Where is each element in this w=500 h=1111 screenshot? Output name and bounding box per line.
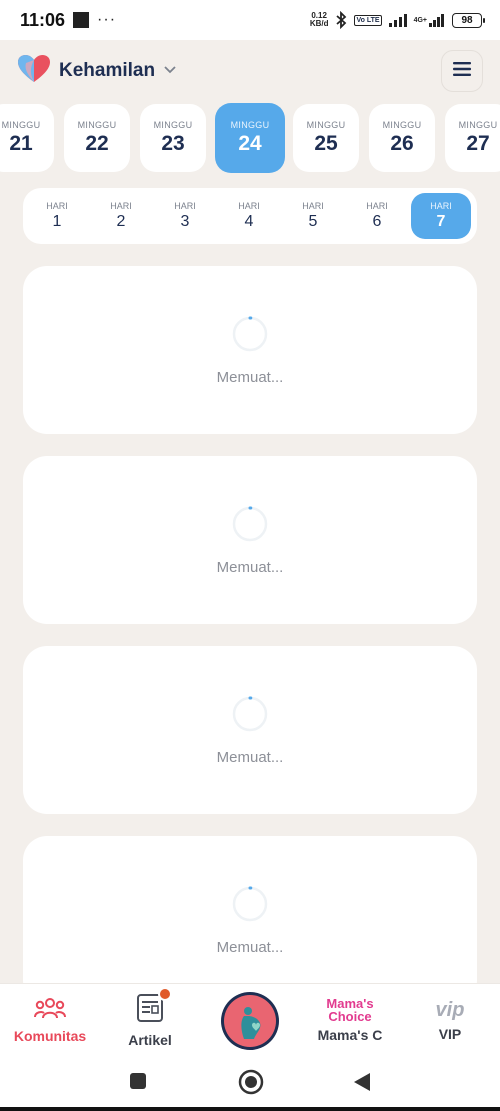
day-item[interactable]: HARI 4 — [219, 193, 279, 239]
back-icon[interactable] — [352, 1071, 372, 1098]
pregnancy-center-button[interactable] — [221, 992, 279, 1050]
day-item[interactable]: HARI 3 — [155, 193, 215, 239]
network-speed-unit: KB/d — [309, 19, 329, 28]
week-label: MINGGU — [153, 120, 193, 130]
day-label: HARI — [302, 201, 324, 211]
day-number: 1 — [52, 213, 62, 230]
status-bar: 11:06 ··· 0.12 KB/d Vo LTE 4G+ 98 — [0, 0, 500, 40]
day-label: HARI — [238, 201, 260, 211]
loading-text: Memuat... — [216, 938, 284, 956]
week-card[interactable]: MINGGU 26 — [369, 104, 435, 172]
loading-text: Memuat... — [216, 748, 284, 766]
day-label: HARI — [110, 201, 132, 211]
pregnancy-center-icon — [224, 995, 276, 1047]
notification-badge — [158, 986, 172, 1001]
loading-card: Memuat... — [23, 646, 477, 814]
loading-spinner-icon — [232, 505, 268, 541]
day-item[interactable]: HARI 1 — [27, 193, 87, 239]
day-item[interactable]: HARI 6 — [347, 193, 407, 239]
signal-4g-icon: 4G+ — [414, 13, 446, 27]
week-number: 22 — [85, 132, 109, 155]
loading-spinner-icon — [232, 315, 268, 351]
day-number: 6 — [372, 213, 382, 230]
nav-label: Mama's C — [317, 1027, 383, 1043]
nav-mamas-choice[interactable]: Mama's Choice Mama's C — [300, 984, 400, 1056]
home-icon[interactable] — [238, 1069, 264, 1100]
community-icon — [34, 997, 66, 1024]
week-number: 26 — [390, 132, 414, 155]
week-card[interactable]: MINGGU 27 — [445, 104, 500, 172]
battery-icon: 98 — [452, 12, 485, 28]
day-label: HARI — [430, 201, 452, 211]
hamburger-menu-icon — [452, 61, 472, 82]
battery-level: 98 — [461, 14, 473, 26]
loading-spinner-icon — [232, 885, 268, 921]
volte-icon: Vo LTE — [354, 14, 382, 26]
signal-icon — [388, 13, 408, 27]
system-nav-bar — [0, 1055, 500, 1111]
heart-logo-icon — [17, 54, 51, 89]
week-card[interactable]: MINGGU 23 — [140, 104, 206, 172]
article-icon — [136, 986, 172, 1028]
day-number: 5 — [308, 213, 318, 230]
day-label: HARI — [46, 201, 68, 211]
loading-card: Memuat... — [23, 836, 477, 1004]
nav-komunitas[interactable]: Komunitas — [0, 984, 100, 1056]
day-label: HARI — [174, 201, 196, 211]
week-card[interactable]: MINGGU 22 — [64, 104, 130, 172]
nav-label: Artikel — [128, 1031, 172, 1048]
week-label: MINGGU — [458, 120, 498, 130]
pregnancy-selector[interactable]: Kehamilan — [17, 54, 177, 89]
network-speed: 0.12 KB/d — [310, 12, 329, 28]
more-notifications-icon: ··· — [97, 11, 117, 28]
week-selector: MINGGU 21 MINGGU 22 MINGGU 23 MINGGU 24 … — [0, 103, 500, 174]
loading-text: Memuat... — [216, 368, 284, 386]
nav-vip[interactable]: vip VIP — [400, 984, 500, 1056]
week-label: MINGGU — [382, 120, 422, 130]
loading-card: Memuat... — [23, 456, 477, 624]
week-card[interactable]: MINGGU 21 — [0, 104, 54, 172]
loading-spinner-icon — [232, 695, 268, 731]
week-label: MINGGU — [1, 120, 41, 130]
day-label: HARI — [366, 201, 388, 211]
screen-edge-bar — [0, 1107, 500, 1111]
page-title: Kehamilan — [59, 60, 156, 81]
mamas-choice-logo-line2: Choice — [328, 1009, 372, 1024]
app-header: Kehamilan — [0, 40, 500, 102]
nav-artikel[interactable]: Artikel — [100, 984, 200, 1056]
day-item[interactable]: HARI 2 — [91, 193, 151, 239]
recent-apps-icon[interactable] — [128, 1071, 148, 1096]
week-label: MINGGU — [77, 120, 117, 130]
week-number: 24 — [238, 132, 262, 155]
loading-card: Memuat... — [23, 266, 477, 434]
bottom-nav: Komunitas Artikel Mama's Choice Mama's C… — [0, 983, 500, 1055]
mamas-choice-logo: Mama's Choice — [326, 997, 373, 1023]
day-number: 7 — [436, 213, 446, 230]
day-selector: HARI 1 HARI 2 HARI 3 HARI 4 HARI 5 HARI … — [23, 188, 477, 244]
vip-logo: vip — [435, 998, 465, 1021]
network-type: 4G+ — [413, 16, 427, 24]
week-number: 27 — [466, 132, 490, 155]
nav-label: VIP — [438, 1025, 462, 1042]
nav-label: Komunitas — [13, 1027, 87, 1044]
menu-button[interactable] — [441, 50, 483, 92]
bluetooth-icon — [334, 11, 348, 29]
notification-icon — [73, 12, 90, 28]
week-label: MINGGU — [306, 120, 346, 130]
chevron-down-icon — [163, 62, 177, 80]
day-item-selected[interactable]: HARI 7 — [411, 193, 471, 239]
week-number: 21 — [9, 132, 33, 155]
day-number: 4 — [244, 213, 254, 230]
loading-text: Memuat... — [216, 558, 284, 576]
day-number: 3 — [180, 213, 190, 230]
week-card[interactable]: MINGGU 25 — [293, 104, 359, 172]
week-card-selected[interactable]: MINGGU 24 — [215, 103, 285, 173]
week-number: 23 — [161, 132, 185, 155]
week-number: 25 — [314, 132, 338, 155]
status-time: 11:06 — [20, 9, 66, 30]
day-item[interactable]: HARI 5 — [283, 193, 343, 239]
week-label: MINGGU — [230, 120, 270, 130]
day-number: 2 — [116, 213, 126, 230]
